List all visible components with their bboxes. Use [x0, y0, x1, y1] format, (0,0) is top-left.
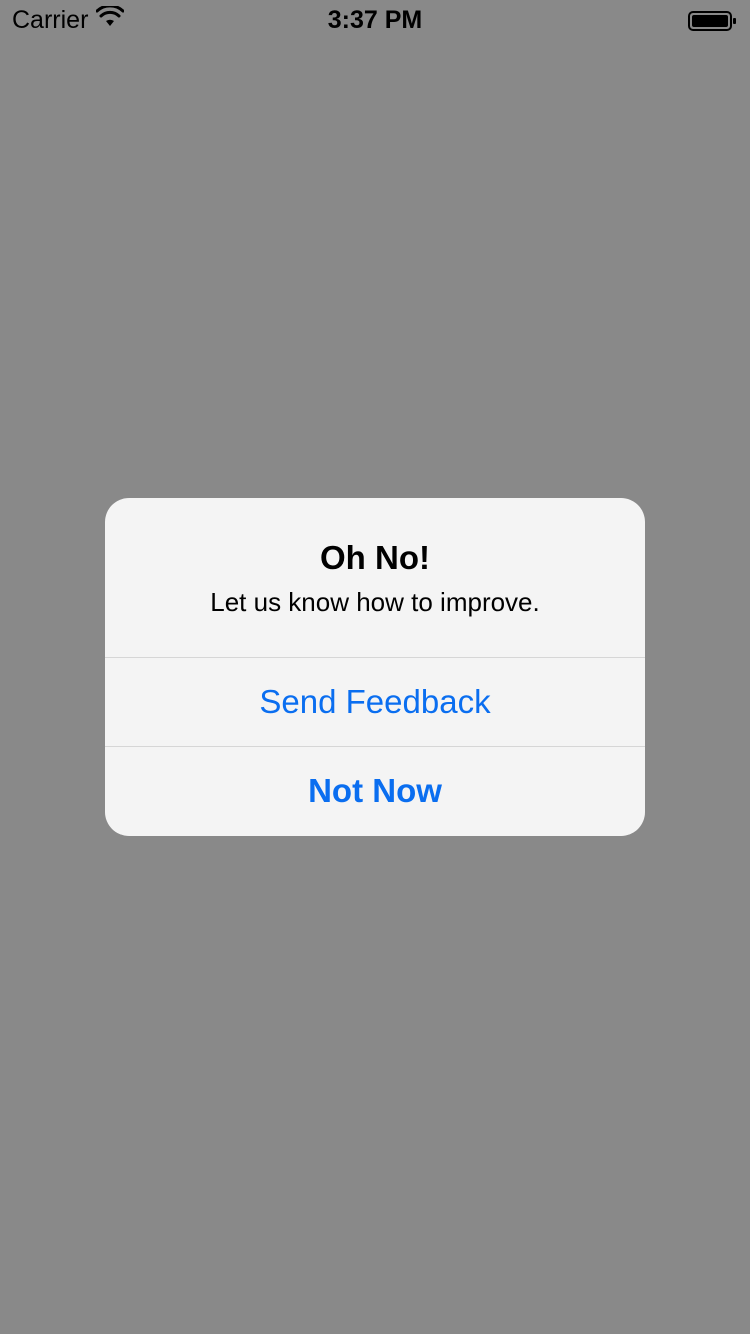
- alert-dialog: Oh No! Let us know how to improve. Send …: [105, 498, 645, 836]
- alert-title: Oh No!: [320, 539, 430, 576]
- battery-icon: [688, 10, 738, 39]
- status-time: 3:37 PM: [327, 6, 423, 34]
- alert-message: Let us know how to improve.: [210, 587, 540, 617]
- alert-header: Oh No! Let us know how to improve.: [105, 498, 645, 658]
- send-feedback-button[interactable]: Send Feedback: [105, 658, 645, 746]
- not-now-button[interactable]: Not Now: [105, 747, 645, 835]
- status-bar: Carrier 3:37 PM: [0, 0, 750, 40]
